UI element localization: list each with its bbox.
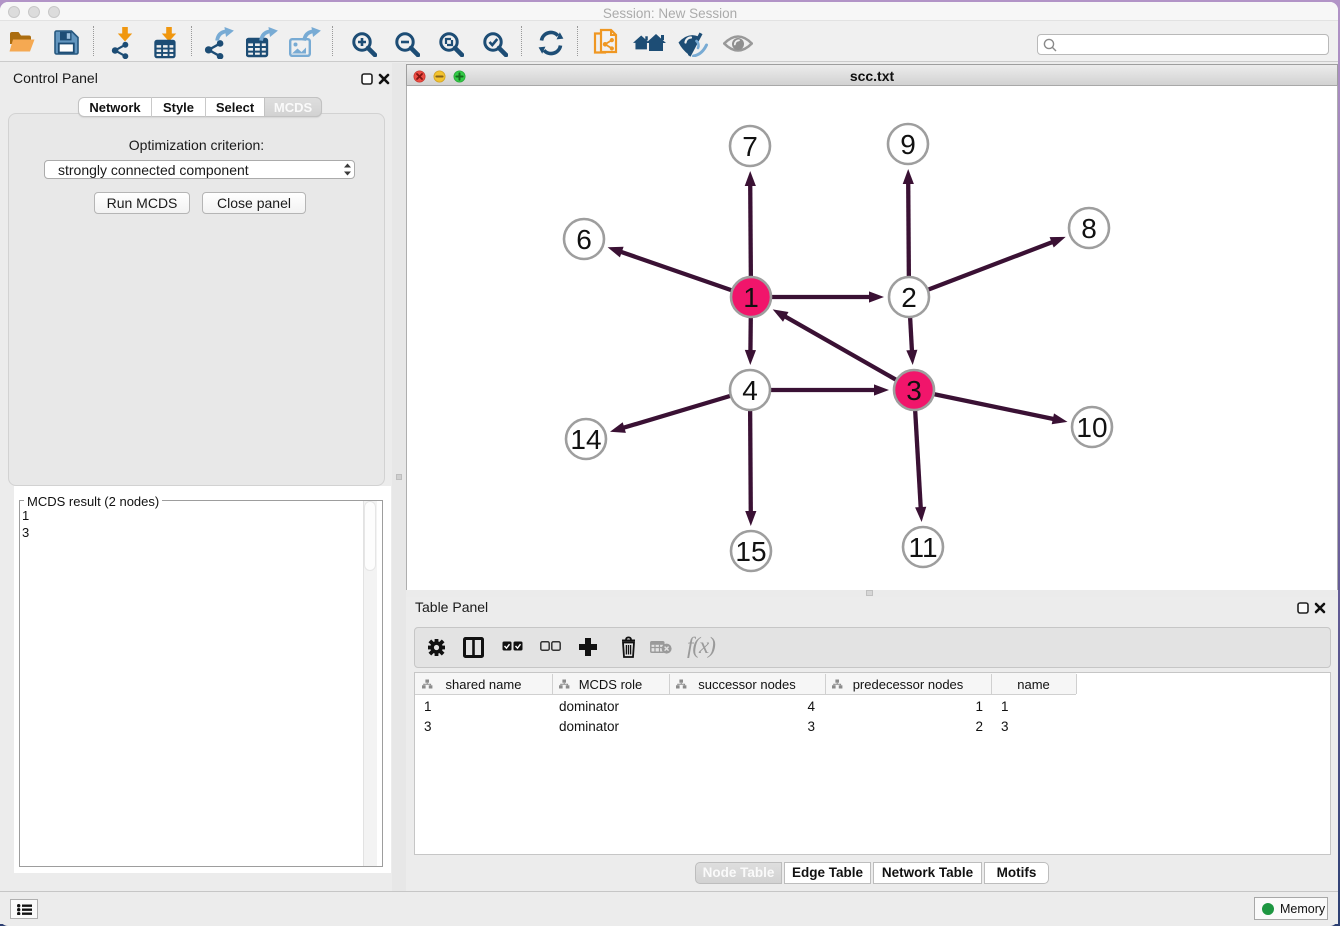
svg-text:3: 3: [906, 375, 922, 406]
svg-text:6: 6: [576, 224, 592, 255]
svg-text:10: 10: [1076, 412, 1107, 443]
svg-text:11: 11: [908, 532, 937, 563]
svg-text:2: 2: [901, 282, 917, 313]
svg-text:1: 1: [743, 282, 759, 313]
svg-text:7: 7: [742, 131, 758, 162]
svg-text:4: 4: [742, 375, 758, 406]
svg-text:9: 9: [900, 129, 916, 160]
svg-text:15: 15: [735, 536, 766, 567]
svg-text:14: 14: [570, 424, 601, 455]
svg-text:8: 8: [1081, 213, 1097, 244]
